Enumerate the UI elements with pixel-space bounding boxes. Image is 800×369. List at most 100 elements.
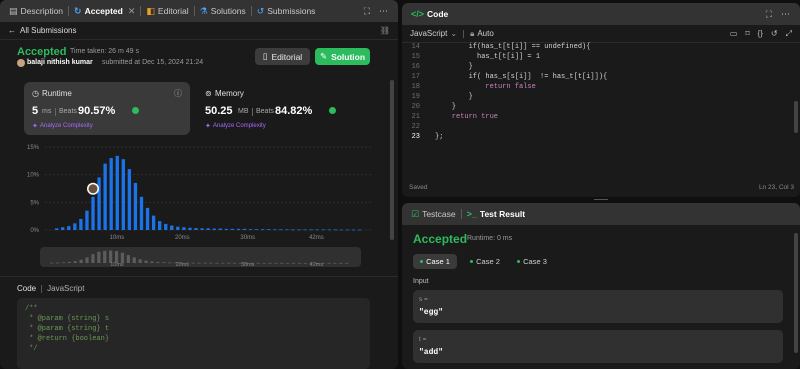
tab-editorial[interactable]: ◧ Editorial bbox=[141, 0, 193, 22]
chart-bar[interactable] bbox=[327, 229, 331, 231]
chart-bar[interactable] bbox=[218, 228, 222, 230]
chart-bar[interactable] bbox=[267, 229, 271, 230]
vertical-scrollbar[interactable] bbox=[390, 80, 394, 240]
all-submissions-link[interactable]: All Submissions bbox=[20, 26, 76, 35]
chart-bar[interactable] bbox=[279, 229, 283, 231]
mode-label[interactable]: Auto bbox=[477, 29, 493, 38]
maximize-icon[interactable]: ⛶ bbox=[766, 9, 772, 20]
tab-description[interactable]: ▤ Description bbox=[4, 0, 68, 22]
chart-bar[interactable] bbox=[333, 229, 338, 231]
chart-bar[interactable] bbox=[206, 228, 210, 230]
chart-bar[interactable] bbox=[139, 196, 144, 230]
chart-bar[interactable] bbox=[236, 228, 241, 230]
bookmark-icon[interactable]: ⌑ bbox=[745, 29, 749, 39]
more-icon[interactable]: ⋯ bbox=[379, 6, 388, 17]
chart-bar[interactable] bbox=[133, 182, 138, 230]
tab-accepted[interactable]: ↻ Accepted ✕ bbox=[69, 0, 140, 22]
chart-bar[interactable] bbox=[200, 228, 204, 230]
chart-bar[interactable] bbox=[230, 228, 235, 230]
mini-chart-bar bbox=[221, 262, 225, 264]
chart-bar[interactable] bbox=[339, 229, 344, 231]
chart-bar[interactable] bbox=[158, 221, 162, 230]
chart-bar[interactable] bbox=[351, 229, 356, 231]
chart-bar[interactable] bbox=[315, 229, 319, 231]
case-tab-3[interactable]: Case 3 bbox=[510, 254, 554, 269]
editor-scrollbar[interactable] bbox=[794, 101, 798, 133]
memory-analyze-link[interactable]: Analyze Complexity bbox=[213, 123, 266, 129]
chart-bar[interactable] bbox=[273, 229, 277, 231]
chart-bar[interactable] bbox=[91, 196, 95, 230]
chart-bar[interactable] bbox=[170, 225, 174, 230]
info-icon[interactable]: ⓘ bbox=[174, 88, 182, 99]
chart-bar[interactable] bbox=[285, 229, 289, 231]
reset-icon[interactable]: ↺ bbox=[771, 29, 778, 39]
chart-bar[interactable] bbox=[103, 163, 107, 230]
x-tick-label: 20ms bbox=[175, 235, 190, 241]
chart-bar[interactable] bbox=[297, 229, 301, 231]
range-slider[interactable]: 10ms 20ms 30ms 42ms bbox=[40, 247, 361, 267]
memory-chip-icon: ⊚ bbox=[205, 89, 212, 98]
lock-icon[interactable]: 🔒︎ bbox=[470, 29, 474, 39]
test-tabbar: ☑ Testcase >_ Test Result bbox=[402, 203, 800, 225]
case-tab-1[interactable]: Case 1 bbox=[413, 254, 457, 269]
runtime-analyze-link[interactable]: Analyze Complexity bbox=[40, 123, 93, 129]
chart-bar[interactable] bbox=[188, 227, 192, 230]
case-tab-2[interactable]: Case 2 bbox=[463, 254, 507, 269]
tab-test-result[interactable]: >_ Test Result bbox=[462, 203, 530, 225]
arrow-left-icon[interactable]: ← bbox=[8, 26, 16, 35]
close-tab-icon[interactable]: ✕ bbox=[128, 6, 136, 16]
chart-bar[interactable] bbox=[79, 218, 83, 230]
tab-solutions[interactable]: ⚗ Solutions bbox=[195, 0, 251, 22]
maximize-icon[interactable]: ⛶ bbox=[364, 6, 370, 17]
expand-icon[interactable]: ⤢ bbox=[786, 29, 792, 39]
username[interactable]: balaji nithish kumar bbox=[27, 59, 93, 66]
format-icon[interactable]: {} bbox=[758, 29, 763, 39]
chart-bar[interactable] bbox=[67, 226, 71, 230]
chart-bar[interactable] bbox=[254, 229, 259, 230]
link-icon[interactable]: ⛓ bbox=[380, 26, 390, 35]
editorial-button[interactable]: ▯ Editorial bbox=[255, 48, 310, 65]
tab-submissions[interactable]: ↺ Submissions bbox=[252, 0, 321, 22]
chart-bar[interactable] bbox=[145, 207, 150, 230]
chart-bar[interactable] bbox=[73, 223, 77, 230]
chart-bar[interactable] bbox=[164, 223, 168, 230]
chart-bar[interactable] bbox=[242, 228, 247, 230]
chart-bar[interactable] bbox=[97, 177, 101, 230]
language-select[interactable]: JavaScript bbox=[410, 29, 447, 38]
memory-card[interactable]: ⊚ Memory 50.25 MB Beats 84.82% ✦ Analyze… bbox=[197, 82, 367, 135]
mini-chart-bar bbox=[97, 251, 101, 263]
code-area[interactable]: 14 if(has_t[t[i]] == undefined){ 15 has_… bbox=[402, 43, 800, 173]
chart-bar[interactable] bbox=[261, 229, 265, 230]
chart-bar[interactable] bbox=[176, 226, 180, 230]
chart-bar[interactable] bbox=[248, 229, 253, 230]
chart-bar[interactable] bbox=[309, 229, 313, 231]
sparkle-icon: ✦ bbox=[205, 123, 211, 130]
result-scrollbar[interactable] bbox=[794, 233, 798, 353]
chart-bar[interactable] bbox=[127, 169, 132, 230]
chart-bar[interactable] bbox=[321, 229, 325, 231]
chart-bar[interactable] bbox=[151, 215, 156, 230]
terminal-icon: >_ bbox=[466, 208, 477, 219]
chart-bar[interactable] bbox=[357, 229, 362, 231]
chart-bar[interactable] bbox=[303, 229, 307, 231]
chart-bar[interactable] bbox=[194, 228, 198, 230]
chart-bar[interactable] bbox=[121, 159, 125, 230]
chart-bar[interactable] bbox=[224, 228, 228, 230]
input-box-s: s = "egg" bbox=[413, 290, 783, 323]
more-icon[interactable]: ⋯ bbox=[781, 9, 790, 20]
solution-button[interactable]: ✎ Solution bbox=[315, 48, 370, 65]
chart-bar[interactable] bbox=[61, 227, 65, 230]
notes-icon[interactable]: ▭ bbox=[730, 29, 738, 39]
chart-bar[interactable] bbox=[291, 229, 295, 231]
chart-bar[interactable] bbox=[85, 210, 89, 230]
runtime-card[interactable]: ◷ Runtime ⓘ 5 ms Beats 90.57% ✦ Analyze … bbox=[24, 82, 190, 135]
chart-bar[interactable] bbox=[55, 228, 59, 230]
tab-testcase[interactable]: ☑ Testcase bbox=[406, 203, 461, 225]
chart-bar[interactable] bbox=[115, 155, 119, 230]
tab-code[interactable]: </> Code bbox=[406, 3, 453, 25]
chart-bar[interactable] bbox=[182, 227, 186, 230]
chart-bar[interactable] bbox=[345, 229, 350, 231]
chart-bar[interactable] bbox=[109, 158, 113, 230]
app-root: ▤ Description ↻ Accepted ✕ ◧ Editorial ⚗ Solu… bbox=[0, 0, 800, 369]
chart-bar[interactable] bbox=[212, 228, 216, 230]
